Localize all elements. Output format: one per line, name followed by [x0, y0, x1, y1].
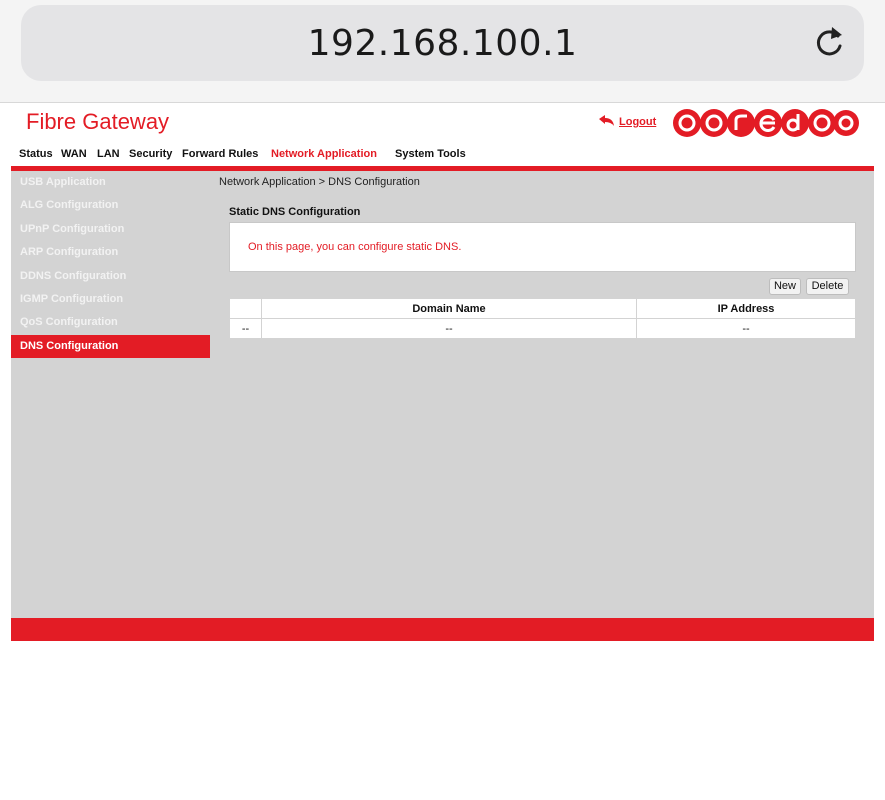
url-text[interactable]: 192.168.100.1: [21, 23, 864, 64]
logout-arrow-icon: [599, 115, 614, 126]
content-panel: USB Application ALG Configuration UPnP C…: [11, 171, 874, 618]
table-cell-ip-address: --: [636, 318, 856, 339]
brand-title: Fibre Gateway: [26, 109, 170, 134]
table-cell-select[interactable]: --: [229, 318, 262, 339]
new-button[interactable]: New: [769, 278, 801, 295]
section-title: Static DNS Configuration: [229, 206, 361, 218]
table-header-row: Domain Name IP Address: [229, 298, 856, 319]
menu-security[interactable]: Security: [129, 148, 172, 160]
sidebar-item-alg-configuration[interactable]: ALG Configuration: [11, 194, 210, 217]
reload-icon[interactable]: [810, 24, 848, 62]
menu-system-tools[interactable]: System Tools: [395, 148, 466, 160]
main-menu: Status WAN LAN Security Forward Rules Ne…: [0, 146, 885, 166]
menu-lan[interactable]: LAN: [97, 148, 120, 160]
address-bar[interactable]: 192.168.100.1: [21, 5, 864, 81]
sidebar-item-qos-configuration[interactable]: QoS Configuration: [11, 311, 210, 334]
menu-network-application[interactable]: Network Application: [271, 148, 377, 160]
sidebar-item-dns-configuration[interactable]: DNS Configuration: [11, 335, 210, 358]
column-header-ip-address: IP Address: [636, 298, 856, 319]
sidebar-item-upnp-configuration[interactable]: UPnP Configuration: [11, 218, 210, 241]
ooredoo-logo: [673, 109, 859, 137]
menu-forward-rules[interactable]: Forward Rules: [182, 148, 258, 160]
footer-bar: [11, 618, 874, 641]
info-box: On this page, you can configure static D…: [229, 222, 856, 272]
dns-table: Domain Name IP Address -- -- --: [229, 298, 856, 339]
info-text: On this page, you can configure static D…: [248, 241, 462, 253]
sidebar-item-usb-application[interactable]: USB Application: [11, 171, 210, 194]
sidebar-item-ddns-configuration[interactable]: DDNS Configuration: [11, 265, 210, 288]
column-header-select: [229, 298, 262, 319]
table-row[interactable]: -- -- --: [229, 318, 856, 339]
delete-button[interactable]: Delete: [806, 278, 849, 295]
logout-label: Logout: [619, 116, 657, 128]
column-header-domain-name: Domain Name: [261, 298, 637, 319]
sidebar-item-igmp-configuration[interactable]: IGMP Configuration: [11, 288, 210, 311]
router-header: Fibre Gateway Logout: [0, 104, 885, 146]
logout-link[interactable]: Logout: [597, 114, 656, 128]
table-cell-domain-name: --: [261, 318, 637, 339]
menu-wan[interactable]: WAN: [61, 148, 87, 160]
browser-toolbar: 192.168.100.1: [0, 0, 885, 103]
menu-status[interactable]: Status: [19, 148, 53, 160]
sidebar-item-arp-configuration[interactable]: ARP Configuration: [11, 241, 210, 264]
breadcrumb: Network Application > DNS Configuration: [219, 176, 420, 188]
